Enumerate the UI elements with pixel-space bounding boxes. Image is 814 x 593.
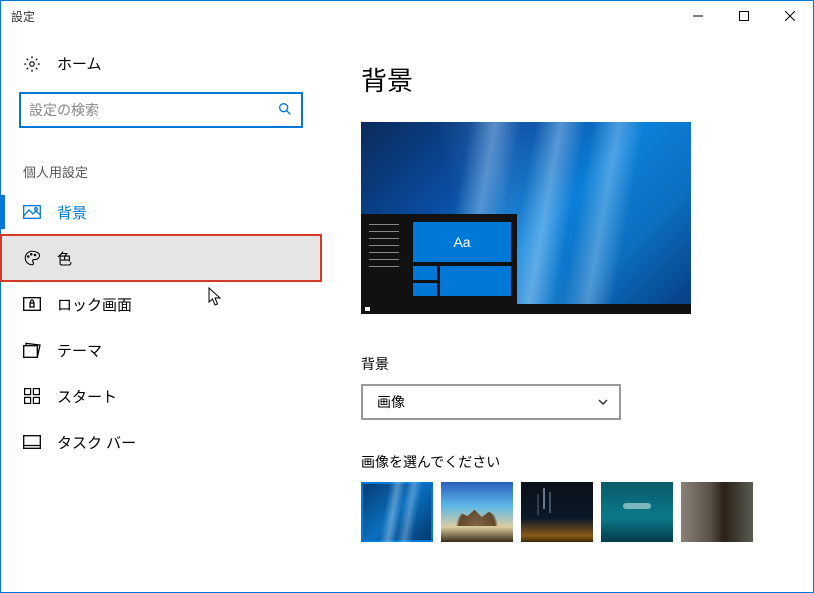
- background-preview: Aa: [361, 122, 691, 314]
- nav-label: 色: [57, 248, 72, 269]
- minimize-button[interactable]: [675, 1, 721, 31]
- nav-label: 背景: [57, 202, 87, 223]
- nav-item-start[interactable]: スタート: [1, 373, 321, 419]
- gear-icon: [23, 55, 41, 73]
- search-input[interactable]: [29, 102, 277, 118]
- window-title: 設定: [11, 8, 35, 25]
- sample-text-tile: Aa: [413, 222, 511, 262]
- background-thumbnails: [361, 482, 773, 542]
- nav-item-themes[interactable]: テーマ: [1, 327, 321, 373]
- chevron-down-icon: [597, 396, 609, 408]
- wallpaper-thumb-2[interactable]: [441, 482, 513, 542]
- wallpaper-thumb-5[interactable]: [681, 482, 753, 542]
- window-controls: [675, 1, 813, 31]
- settings-main-pane: 背景 Aa 背景 画像: [321, 31, 813, 592]
- nav-label: タスク バー: [57, 432, 136, 453]
- search-icon: [277, 101, 293, 120]
- palette-icon: [23, 249, 41, 267]
- themes-icon: [23, 342, 41, 358]
- nav-item-taskbar[interactable]: タスク バー: [1, 419, 321, 465]
- settings-sidebar: ホーム 個人用設定 背景: [1, 31, 321, 592]
- lock-screen-icon: [23, 297, 41, 311]
- wallpaper-thumb-3[interactable]: [521, 482, 593, 542]
- home-nav[interactable]: ホーム: [1, 49, 321, 86]
- background-type-label: 背景: [361, 354, 773, 374]
- page-title: 背景: [361, 61, 773, 98]
- nav-label: スタート: [57, 386, 117, 407]
- wallpaper-thumb-1[interactable]: [361, 482, 433, 542]
- nav-label: テーマ: [57, 340, 102, 361]
- start-menu-preview: Aa: [361, 214, 517, 304]
- picture-icon: [23, 205, 41, 219]
- background-type-select[interactable]: 画像: [361, 384, 621, 420]
- home-label: ホーム: [57, 53, 102, 74]
- taskbar-icon: [23, 435, 41, 449]
- search-box[interactable]: [19, 92, 303, 128]
- nav-item-background[interactable]: 背景: [1, 189, 321, 235]
- taskbar-preview: [361, 304, 691, 314]
- close-button[interactable]: [767, 1, 813, 31]
- titlebar: 設定: [1, 1, 813, 31]
- nav-label: ロック画面: [57, 294, 132, 315]
- nav-item-colors[interactable]: 色: [1, 235, 321, 281]
- start-icon: [23, 388, 41, 404]
- choose-image-label: 画像を選んでください: [361, 452, 773, 472]
- section-header-personalization: 個人用設定: [1, 128, 321, 189]
- wallpaper-thumb-4[interactable]: [601, 482, 673, 542]
- nav-item-lock-screen[interactable]: ロック画面: [1, 281, 321, 327]
- maximize-button[interactable]: [721, 1, 767, 31]
- select-value: 画像: [377, 392, 405, 412]
